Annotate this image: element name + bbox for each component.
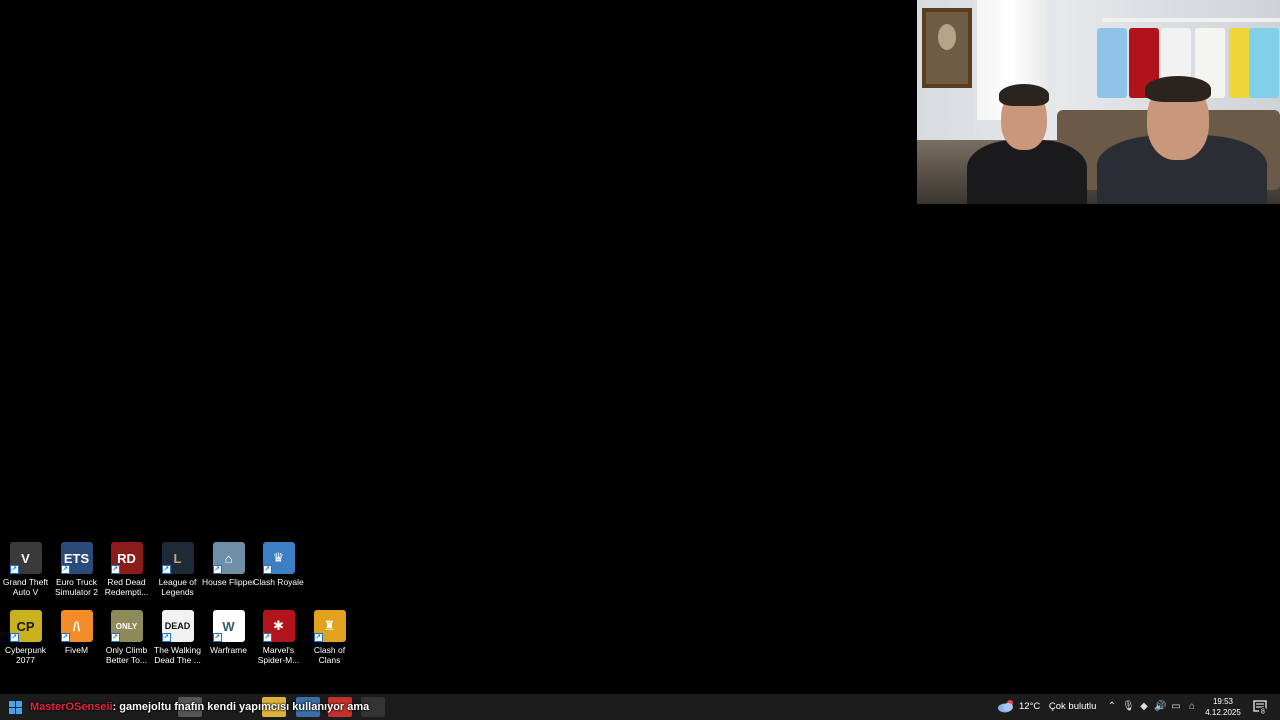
taskbar: MasterOSenseii: gamejoltu fnafın kendi y…	[0, 694, 1280, 720]
system-clock[interactable]: 19:53 4.12.2025	[1200, 696, 1246, 718]
fivem-icon: /\ ↗	[60, 610, 93, 642]
desktop-icon-label: House Flipper	[202, 577, 255, 587]
cyberpunk-icon: CP ↗	[9, 610, 42, 642]
only-climb-icon: ONLY ↗	[110, 610, 143, 642]
desktop-icon-label: Warframe	[210, 645, 247, 655]
desktop-icon-gta-v[interactable]: V ↗ Grand Theft Auto V	[0, 542, 51, 606]
desktop-icon-euro-truck[interactable]: ETS ↗ Euro Truck Simulator 2	[51, 542, 102, 606]
desktop-icon-label: FiveM	[64, 645, 89, 655]
desktop-icon-warframe[interactable]: W ↗ Warframe	[203, 610, 254, 674]
microphone-icon[interactable]: 🎙	[1122, 700, 1135, 714]
desktop-icon-label: Grand Theft Auto V	[2, 577, 49, 597]
desktop-icon-walking-dead[interactable]: DEAD ↗ The Walking Dead The ...	[152, 610, 203, 674]
jersey	[1097, 28, 1127, 98]
weather-temp: 12°C	[1019, 701, 1041, 712]
desktop-icon-cyberpunk[interactable]: CP ↗ Cyberpunk 2077	[0, 610, 51, 674]
desktop: V ↗ Grand Theft Auto V ETS ↗ Euro Truck Si…	[0, 0, 1280, 720]
truck-icon: ETS ↗	[60, 542, 93, 574]
weather-desc: Çok bulutlu	[1048, 701, 1097, 712]
chevron-up-icon[interactable]: ⌃	[1106, 700, 1118, 714]
desktop-icon-label: Clash of Clans	[313, 645, 346, 665]
usb-icon[interactable]: ⌂	[1186, 700, 1198, 714]
desktop-icon-red-dead[interactable]: RD ↗ Red Dead Redempti...	[101, 542, 152, 606]
network-icon[interactable]: ▭	[1170, 700, 1182, 714]
jersey	[1249, 28, 1279, 98]
warframe-icon: W ↗	[212, 610, 245, 642]
desktop-icon-league[interactable]: L ↗ League of Legends	[152, 542, 203, 606]
webcam-jersey-rack	[1102, 18, 1280, 22]
desktop-icon-clash-royale[interactable]: ♛ ↗ Clash Royale	[253, 542, 304, 606]
shield-icon[interactable]: ◆	[1138, 700, 1150, 714]
chat-message: : gamejoltu fnafın kendi yapımcısı kulla…	[112, 701, 370, 713]
desktop-icon-label: Clash Royale	[253, 577, 304, 587]
webcam-overlay	[917, 0, 1280, 204]
league-icon: L ↗	[161, 542, 194, 574]
desktop-icon-label: Red Dead Redempti...	[104, 577, 149, 597]
notification-center-icon[interactable]: 8	[1252, 699, 1268, 715]
gta-v-icon: V ↗	[9, 542, 42, 574]
windows-logo-icon	[8, 700, 22, 714]
weather-widget[interactable]: 12°C Çok bulutlu	[1019, 694, 1096, 720]
desktop-icon-label: The Walking Dead The ...	[154, 645, 201, 665]
desktop-icon-label: Cyberpunk 2077	[4, 645, 47, 665]
streamer-left-hair	[999, 84, 1049, 106]
clash-of-clans-icon: ♜ ↗	[313, 610, 346, 642]
webcam-portrait-frame	[922, 8, 972, 88]
desktop-icon-label: Marvel's Spider-M...	[257, 645, 300, 665]
chat-username: MasterOSenseii	[30, 701, 113, 713]
desktop-icon-label: League of Legends	[158, 577, 197, 597]
chat-overlay: MasterOSenseii: gamejoltu fnafın kendi y…	[30, 694, 369, 720]
desktop-icon-label: Only Climb Better To...	[105, 645, 148, 665]
desktop-icon-fivem[interactable]: /\ ↗ FiveM	[51, 610, 102, 674]
streamer-right-hair	[1145, 76, 1211, 102]
desktop-icon-label: Euro Truck Simulator 2	[55, 577, 98, 597]
desktop-icon-clash-of-clans[interactable]: ♜ ↗ Clash of Clans	[304, 610, 355, 674]
desktop-icon-house-flipper[interactable]: ⌂ ↗ House Flipper	[202, 542, 255, 606]
clock-date: 4.12.2025	[1205, 708, 1241, 717]
walking-dead-icon: DEAD ↗	[161, 610, 194, 642]
spiderman-icon: ✱ ↗	[262, 610, 295, 642]
clash-royale-icon: ♛ ↗	[262, 542, 295, 574]
red-dead-icon: RD ↗	[110, 542, 143, 574]
start-button[interactable]	[0, 694, 30, 720]
cloudy-weather-icon[interactable]	[997, 699, 1015, 713]
clock-time: 19:53	[1212, 697, 1234, 706]
desktop-icon-spiderman[interactable]: ✱ ↗ Marvel's Spider-M...	[253, 610, 304, 674]
volume-icon[interactable]: 🔊	[1154, 700, 1166, 714]
notification-count: 8	[1261, 709, 1265, 716]
house-flipper-icon: ⌂ ↗	[212, 542, 245, 574]
desktop-icon-only-climb[interactable]: ONLY ↗ Only Climb Better To...	[101, 610, 152, 674]
